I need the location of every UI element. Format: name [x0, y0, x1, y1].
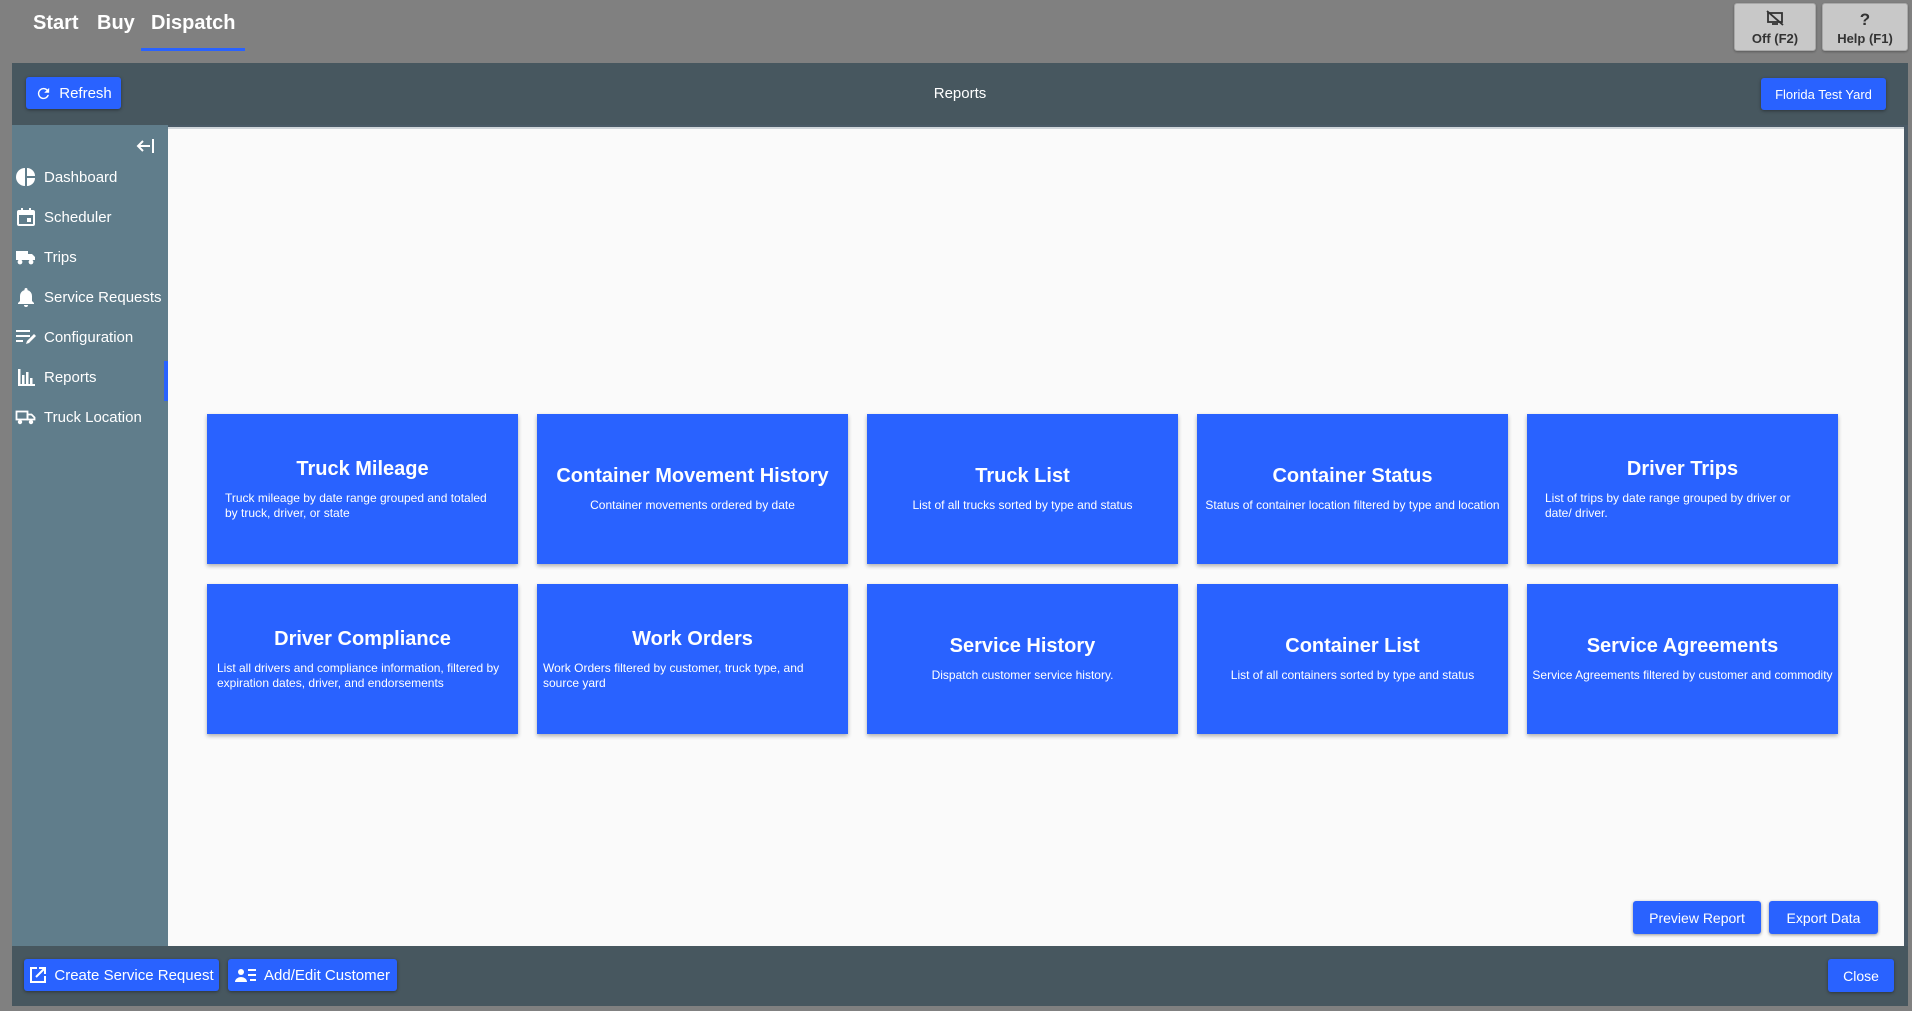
add-edit-customer-label: Add/Edit Customer — [264, 966, 390, 984]
report-card-service-history[interactable]: Service History Dispatch customer servic… — [867, 584, 1178, 734]
sidebar-item-label: Dashboard — [44, 168, 118, 186]
report-title: Container Movement History — [556, 465, 829, 487]
close-button[interactable]: Close — [1828, 959, 1894, 992]
sidebar-item-truck-location[interactable]: Truck Location — [12, 401, 168, 433]
off-button-label: Off (F2) — [1751, 31, 1799, 46]
sidebar-item-label: Trips — [44, 248, 77, 266]
edit-list-icon — [15, 326, 37, 348]
report-title: Work Orders — [632, 627, 753, 650]
report-card-work-orders[interactable]: Work Orders Work Orders filtered by cust… — [537, 584, 848, 734]
report-title: Service History — [949, 635, 1096, 657]
sidebar-item-scheduler[interactable]: Scheduler — [12, 201, 168, 233]
sidebar-item-label: Service Requests — [44, 288, 162, 306]
report-title: Driver Trips — [1626, 457, 1739, 480]
report-description: List all drivers and compliance informat… — [217, 660, 500, 690]
report-card-driver-trips[interactable]: Driver Trips List of trips by date range… — [1527, 414, 1838, 564]
report-description: Container movements ordered by date — [590, 498, 795, 512]
truck-location-icon — [15, 406, 37, 428]
screen-off-icon — [1735, 10, 1815, 30]
bar-chart-icon — [15, 366, 37, 388]
header-bar: Refresh Reports Florida Test Yard — [12, 63, 1908, 125]
report-title: Container Status — [1272, 465, 1433, 487]
collapse-sidebar-icon[interactable] — [136, 137, 156, 155]
sidebar-item-label: Configuration — [44, 328, 134, 346]
sidebar-item-label: Truck Location — [44, 408, 142, 426]
help-button-label: Help (F1) — [1837, 31, 1893, 46]
report-title: Driver Compliance — [274, 627, 451, 650]
report-description: Truck mileage by date range grouped and … — [225, 490, 487, 520]
report-card-driver-compliance[interactable]: Driver Compliance List all drivers and c… — [207, 584, 518, 734]
reports-content: Truck Mileage Truck mileage by date rang… — [168, 127, 1904, 946]
report-description: List of trips by date range grouped by d… — [1545, 490, 1791, 520]
main-frame: Refresh Reports Florida Test Yard Dashbo… — [12, 63, 1908, 1006]
calendar-icon — [15, 206, 37, 228]
report-card-truck-list[interactable]: Truck List List of all trucks sorted by … — [867, 414, 1178, 564]
sidebar: Dashboard Scheduler Trips Service Reques… — [12, 125, 168, 946]
sidebar-item-reports[interactable]: Reports — [12, 361, 168, 401]
report-title: Truck Mileage — [296, 457, 429, 480]
export-data-button[interactable]: Export Data — [1769, 901, 1878, 934]
truck-icon — [15, 246, 37, 268]
report-title: Container List — [1285, 635, 1420, 657]
footer-bar: Create Service Request Add/Edit Customer… — [12, 946, 1908, 1006]
sidebar-item-label: Scheduler — [44, 208, 112, 226]
sidebar-item-configuration[interactable]: Configuration — [12, 321, 168, 353]
page-title: Reports — [933, 85, 987, 102]
tab-buy[interactable]: Buy — [87, 11, 145, 35]
yard-selector-button[interactable]: Florida Test Yard — [1761, 78, 1886, 110]
report-description: Status of container location filtered by… — [1205, 498, 1500, 512]
sidebar-item-trips[interactable]: Trips — [12, 241, 168, 273]
report-card-container-movement-history[interactable]: Container Movement History Container mov… — [537, 414, 848, 564]
report-card-service-agreements[interactable]: Service Agreements Service Agreements fi… — [1527, 584, 1838, 734]
report-description: List of all containers sorted by type an… — [1230, 668, 1475, 682]
add-edit-customer-button[interactable]: Add/Edit Customer — [228, 959, 397, 991]
report-card-truck-mileage[interactable]: Truck Mileage Truck mileage by date rang… — [207, 414, 518, 564]
report-card-container-status[interactable]: Container Status Status of container loc… — [1197, 414, 1508, 564]
report-description: Dispatch customer service history. — [931, 668, 1114, 682]
sidebar-item-service-requests[interactable]: Service Requests — [12, 281, 168, 313]
pie-chart-icon — [15, 166, 37, 188]
create-service-request-button[interactable]: Create Service Request — [24, 959, 219, 991]
tab-dispatch[interactable]: Dispatch — [141, 11, 246, 51]
tab-start[interactable]: Start — [23, 11, 89, 35]
report-description: List of all trucks sorted by type and st… — [912, 498, 1133, 512]
top-navigation: Start Buy Dispatch Off (F2) ? Help (F1) — [0, 0, 1912, 60]
help-button[interactable]: ? Help (F1) — [1822, 3, 1908, 51]
bell-icon — [15, 286, 37, 308]
question-icon: ? — [1859, 10, 1871, 29]
report-title: Service Agreements — [1586, 635, 1779, 657]
report-card-container-list[interactable]: Container List List of all containers so… — [1197, 584, 1508, 734]
preview-report-button[interactable]: Preview Report — [1633, 901, 1761, 934]
sidebar-item-dashboard[interactable]: Dashboard — [12, 161, 168, 193]
create-service-request-label: Create Service Request — [54, 966, 214, 984]
report-description: Work Orders filtered by customer, truck … — [543, 660, 804, 690]
report-title: Truck List — [975, 465, 1070, 487]
report-description: Service Agreements filtered by customer … — [1532, 668, 1833, 682]
open-in-new-icon — [29, 966, 47, 984]
sidebar-item-label: Reports — [44, 368, 97, 386]
customer-list-icon — [235, 967, 257, 983]
off-button[interactable]: Off (F2) — [1734, 3, 1816, 51]
